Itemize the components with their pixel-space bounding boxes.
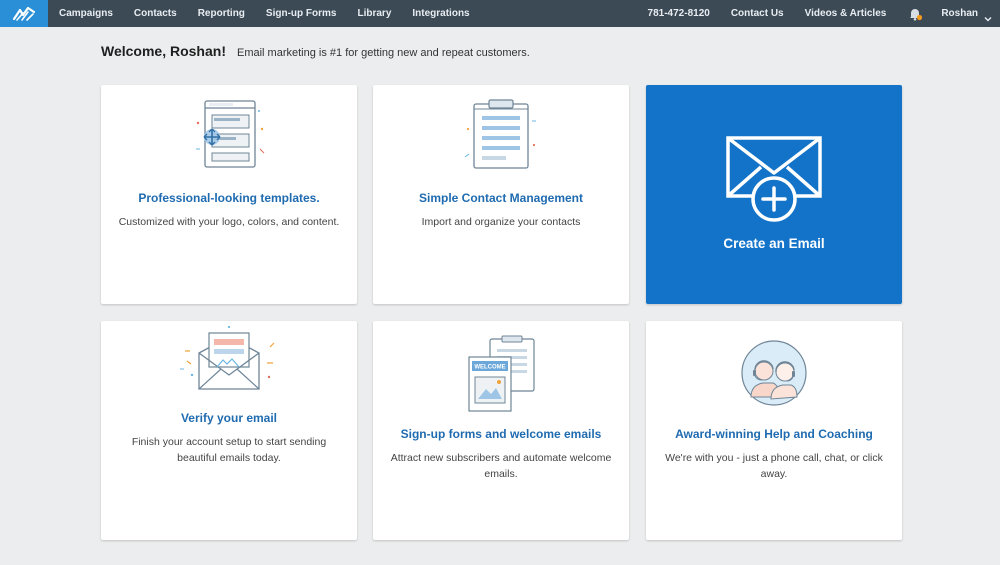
support-agents-icon <box>741 340 807 406</box>
nav-reporting[interactable]: Reporting <box>198 8 245 19</box>
welcome-subtitle: Email marketing is #1 for getting new an… <box>237 47 530 59</box>
card-verify-desc: Finish your account setup to start sendi… <box>131 436 327 464</box>
form-welcome-badge: WELCOME <box>474 365 505 371</box>
nav-contact-us[interactable]: Contact Us <box>731 8 784 19</box>
card-verify[interactable]: Verify your email Finish your account se… <box>101 321 357 540</box>
clipboard-list-icon <box>464 99 536 169</box>
create-email-card[interactable]: Create an Email <box>646 85 902 304</box>
welcome-title: Welcome, Roshan! <box>101 43 226 59</box>
envelope-plus-icon <box>726 136 822 222</box>
user-menu[interactable]: Roshan <box>941 8 978 19</box>
nav-videos-articles[interactable]: Videos & Articles <box>805 8 887 19</box>
nav-integrations[interactable]: Integrations <box>412 8 469 19</box>
open-envelope-icon <box>180 325 275 390</box>
create-email-label: Create an Email <box>723 236 825 251</box>
card-signup-title: Sign-up forms and welcome emails <box>400 427 602 441</box>
nav-campaigns[interactable]: Campaigns <box>59 8 113 19</box>
brand-logo-icon[interactable] <box>0 0 48 27</box>
nav-contacts[interactable]: Contacts <box>134 8 177 19</box>
card-contacts-desc: Import and organize your contacts <box>421 216 581 228</box>
nav-signup-forms[interactable]: Sign-up Forms <box>266 8 337 19</box>
phone-number[interactable]: 781-472-8120 <box>648 8 710 19</box>
card-help[interactable]: Award-winning Help and Coaching We're wi… <box>646 321 902 540</box>
nav-library[interactable]: Library <box>357 8 391 19</box>
card-templates[interactable]: Professional-looking templates. Customiz… <box>101 85 357 304</box>
card-signup-forms[interactable]: WELCOME Sign-up forms and welcome emails… <box>373 321 629 540</box>
card-help-desc: We're with you - just a phone call, chat… <box>665 452 883 480</box>
signup-form-icon: WELCOME <box>468 335 535 412</box>
card-help-title: Award-winning Help and Coaching <box>675 427 873 441</box>
card-templates-desc: Customized with your logo, colors, and c… <box>118 216 340 228</box>
card-contacts-title: Simple Contact Management <box>418 191 584 205</box>
card-signup-desc: Attract new subscribers and automate wel… <box>390 452 612 480</box>
welcome-header: Welcome, Roshan! Email marketing is #1 f… <box>101 43 530 59</box>
bell-icon[interactable] <box>908 7 923 21</box>
top-nav-bar: Campaigns Contacts Reporting Sign-up For… <box>0 0 1000 27</box>
template-layout-icon <box>196 100 265 168</box>
card-templates-title: Professional-looking templates. <box>138 191 320 205</box>
card-verify-title: Verify your email <box>180 411 278 425</box>
chevron-down-icon[interactable] <box>984 10 992 21</box>
card-contacts[interactable]: Simple Contact Management Import and org… <box>373 85 629 304</box>
